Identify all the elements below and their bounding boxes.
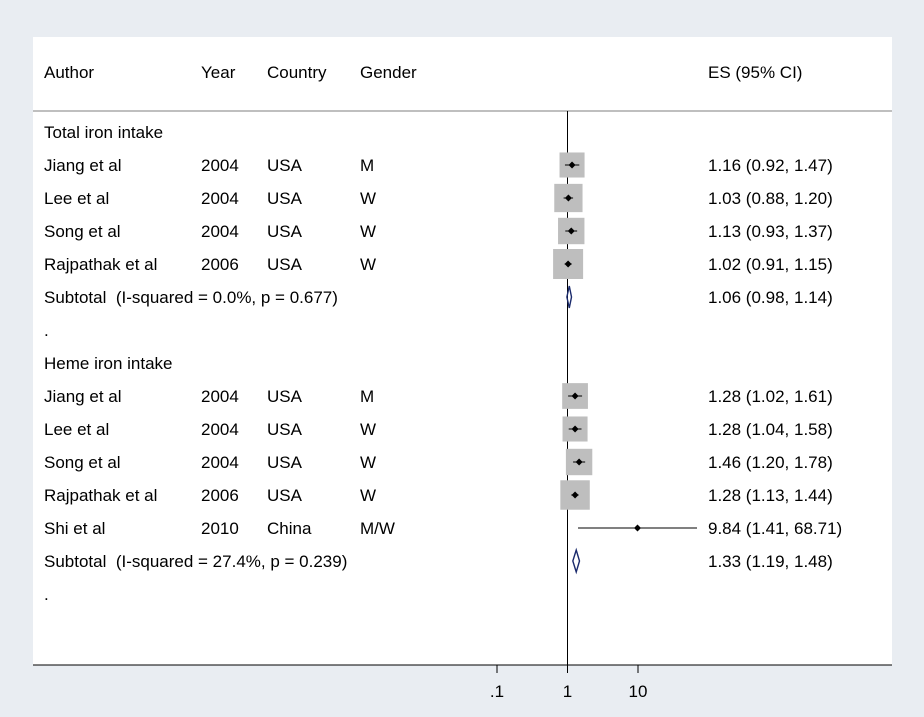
study-es-label: 1.28 (1.02, 1.61) (708, 387, 833, 406)
x-tick-label: .1 (490, 682, 504, 701)
x-tick-label: 10 (629, 682, 648, 701)
study-year: 2004 (201, 222, 239, 241)
study-gender: M/W (360, 519, 395, 538)
study-country: USA (267, 453, 303, 472)
study-country: USA (267, 420, 303, 439)
study-gender: M (360, 156, 374, 175)
x-axis: .1 1 10 (490, 665, 648, 701)
header-author: Author (44, 63, 94, 82)
study-gender: W (360, 420, 376, 439)
study-es-label: 1.03 (0.88, 1.20) (708, 189, 833, 208)
study-author: Rajpathak et al (44, 486, 157, 505)
study-country: USA (267, 486, 303, 505)
x-tick-label: 1 (563, 682, 572, 701)
study-es-label: 1.13 (0.93, 1.37) (708, 222, 833, 241)
study-year: 2004 (201, 156, 239, 175)
study-gender: W (360, 222, 376, 241)
study-year: 2006 (201, 486, 239, 505)
study-year: 2004 (201, 387, 239, 406)
study-gender: M (360, 387, 374, 406)
header-es: ES (95% CI) (708, 63, 802, 82)
study-es-label: 1.46 (1.20, 1.78) (708, 453, 833, 472)
study-author: Lee et al (44, 189, 109, 208)
study-country: USA (267, 156, 303, 175)
study-year: 2004 (201, 189, 239, 208)
study-country: USA (267, 189, 303, 208)
group-heading: Heme iron intake (44, 354, 173, 373)
study-country: China (267, 519, 312, 538)
study-es-label: 1.28 (1.04, 1.58) (708, 420, 833, 439)
header-country: Country (267, 63, 327, 82)
study-author: Song et al (44, 453, 121, 472)
study-country: USA (267, 387, 303, 406)
header-year: Year (201, 63, 236, 82)
study-author: Song et al (44, 222, 121, 241)
study-country: USA (267, 255, 303, 274)
subtotal-es-label: 1.33 (1.19, 1.48) (708, 552, 833, 571)
spacer-dot: . (44, 585, 49, 604)
subtotal-es-label: 1.06 (0.98, 1.14) (708, 288, 833, 307)
study-year: 2006 (201, 255, 239, 274)
group-heading: Total iron intake (44, 123, 163, 142)
study-gender: W (360, 189, 376, 208)
subtotal-label: Subtotal (I-squared = 0.0%, p = 0.677) (44, 288, 338, 307)
study-country: USA (267, 222, 303, 241)
study-gender: W (360, 255, 376, 274)
study-gender: W (360, 453, 376, 472)
study-year: 2004 (201, 453, 239, 472)
study-es-label: 1.28 (1.13, 1.44) (708, 486, 833, 505)
study-es-label: 1.16 (0.92, 1.47) (708, 156, 833, 175)
spacer-dot: . (44, 321, 49, 340)
study-gender: W (360, 486, 376, 505)
subtotal-label: Subtotal (I-squared = 27.4%, p = 0.239) (44, 552, 347, 571)
study-es-label: 1.02 (0.91, 1.15) (708, 255, 833, 274)
study-year: 2004 (201, 420, 239, 439)
study-author: Jiang et al (44, 156, 122, 175)
study-author: Jiang et al (44, 387, 122, 406)
forest-plot: Author Year Country Gender ES (95% CI) T… (33, 37, 892, 701)
study-year: 2010 (201, 519, 239, 538)
study-author: Rajpathak et al (44, 255, 157, 274)
study-author: Shi et al (44, 519, 105, 538)
study-es-label: 9.84 (1.41, 68.71) (708, 519, 842, 538)
header-gender: Gender (360, 63, 417, 82)
study-author: Lee et al (44, 420, 109, 439)
